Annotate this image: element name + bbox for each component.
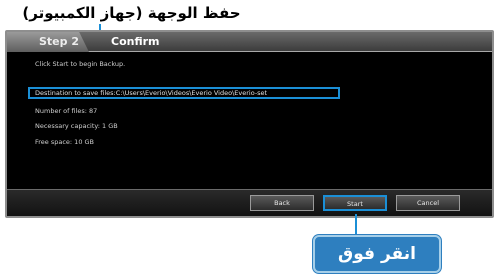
confirm-content: Click Start to begin Backup. Destination… (7, 52, 492, 186)
tab-step-2: Step 2 (7, 32, 89, 52)
file-count-text: Number of files: 87 (35, 107, 98, 115)
cancel-button[interactable]: Cancel (396, 195, 460, 211)
required-capacity-text: Necessary capacity: 1 GB (35, 122, 118, 130)
destination-callout-label: حفظ الوجهة (جهاز الكمبيوتر) (22, 4, 241, 22)
click-callout-line (355, 214, 357, 236)
backup-window: Step 2 Confirm Click Start to begin Back… (5, 30, 494, 218)
instruction-text: Click Start to begin Backup. (35, 60, 126, 68)
destination-path-text: Destination to save files:C:\Users\Everi… (28, 87, 340, 99)
start-button[interactable]: Start (323, 195, 387, 211)
click-callout: انقر فوق (313, 235, 441, 273)
step-tabbar: Step 2 Confirm (7, 32, 492, 52)
tab-confirm: Confirm (111, 35, 160, 48)
back-button[interactable]: Back (250, 195, 314, 211)
free-space-text: Free space: 10 GB (35, 138, 95, 146)
button-bar: Back Start Cancel (7, 189, 492, 216)
screenshot-stage: حفظ الوجهة (جهاز الكمبيوتر) Step 2 Confi… (0, 0, 499, 280)
